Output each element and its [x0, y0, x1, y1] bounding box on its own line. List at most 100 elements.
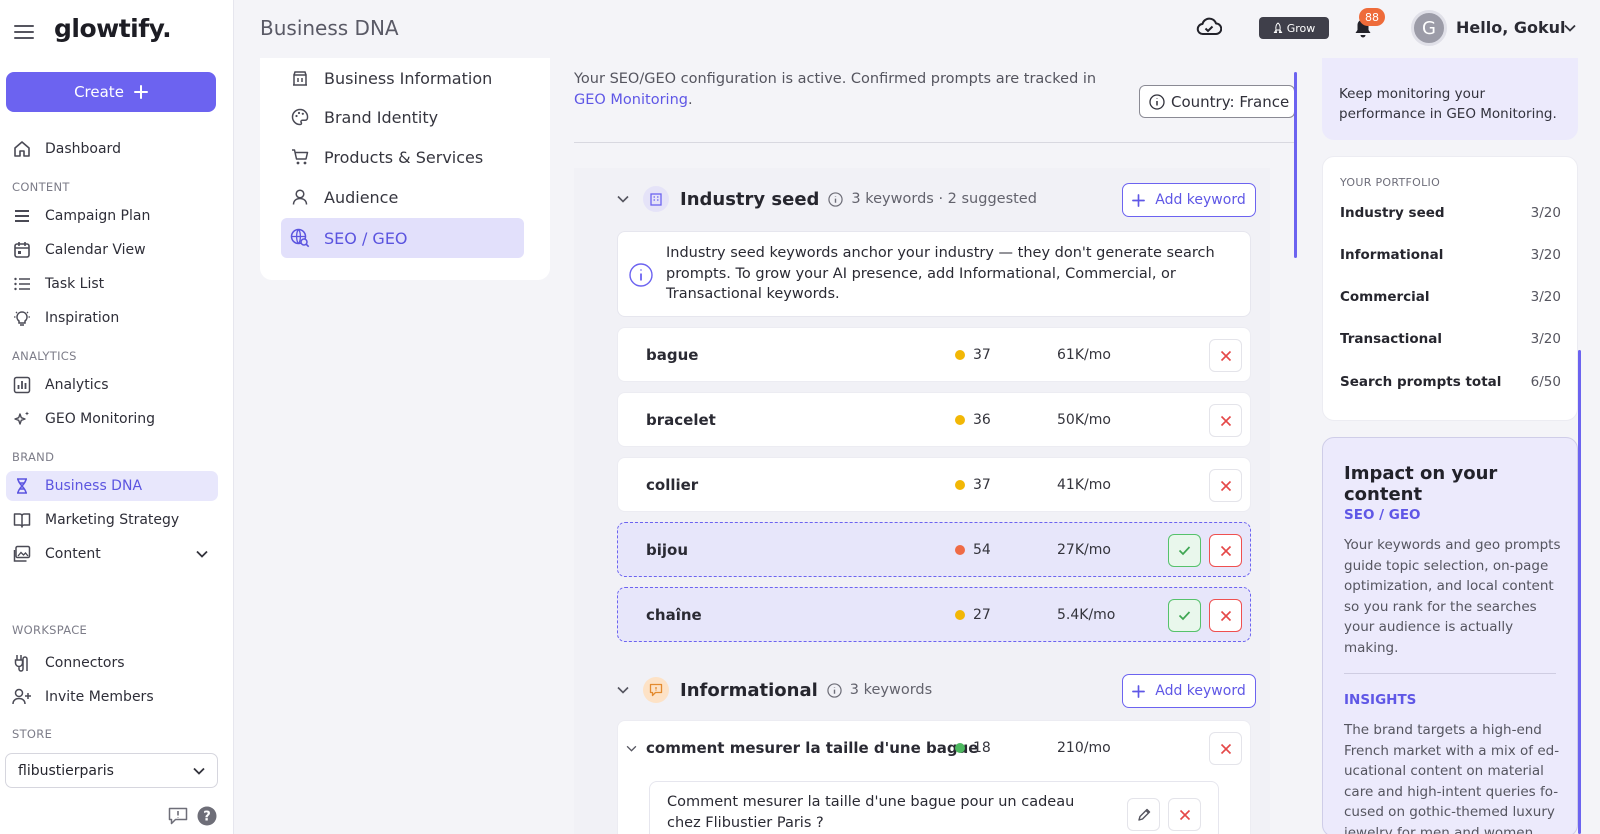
grow-badge[interactable]: Grow: [1259, 17, 1329, 39]
section-meta: 3 keywords · 2 suggested: [851, 191, 1037, 207]
remove-keyword-button[interactable]: [1209, 339, 1242, 372]
section-label-brand: BRAND: [12, 450, 55, 464]
image-icon: [12, 544, 32, 564]
industry-seed-header[interactable]: Industry seed 3 keywords · 2 suggested: [617, 186, 1037, 212]
sidebar-item-calendar-view[interactable]: Calendar View: [6, 235, 218, 265]
page-title: Business DNA: [260, 16, 399, 40]
main-scrollbar[interactable]: [1294, 72, 1297, 258]
sidebar-item-analytics[interactable]: Analytics: [6, 370, 218, 400]
divider: [574, 142, 1296, 143]
sidebar-item-marketing-strategy[interactable]: Marketing Strategy: [6, 505, 218, 535]
feedback-icon[interactable]: [168, 807, 188, 825]
lightbulb-icon: [12, 308, 32, 328]
sidebar-item-invite-members[interactable]: Invite Members: [6, 682, 218, 712]
keyword-volume: 50K/mo: [1057, 412, 1111, 428]
keyword-name: bracelet: [646, 411, 716, 429]
section-label-content: CONTENT: [12, 180, 70, 194]
reject-keyword-button[interactable]: [1209, 534, 1242, 567]
app-logo[interactable]: glowtify.: [54, 14, 172, 43]
building-icon: [290, 68, 310, 88]
subnav-item-label: Products & Services: [324, 147, 484, 167]
info-icon[interactable]: [828, 191, 844, 207]
keyword-name: comment mesurer la taille d'une bague: [646, 739, 979, 757]
menu-icon[interactable]: [14, 24, 34, 40]
difficulty-dot: [955, 415, 965, 425]
seo-geo-heading: SEO / GEO: [1344, 507, 1421, 523]
subnav-item-label: SEO / GEO: [324, 228, 408, 248]
sidebar-item-connectors[interactable]: Connectors: [6, 648, 218, 678]
informational-header[interactable]: Informational 3 keywords: [617, 677, 932, 703]
keyword-volume: 41K/mo: [1057, 477, 1111, 493]
section-meta: 3 keywords: [849, 682, 933, 698]
sidebar-item-dashboard[interactable]: Dashboard: [6, 134, 218, 164]
user-icon: [290, 187, 310, 207]
chevron-down-icon[interactable]: [617, 686, 633, 694]
reject-keyword-button[interactable]: [1209, 599, 1242, 632]
portfolio-row: Transactional 3/20: [1340, 331, 1561, 347]
keyword-volume: 27K/mo: [1057, 542, 1111, 558]
impact-title: Impact on your content: [1344, 463, 1498, 505]
info-icon: [629, 263, 653, 287]
suggested-keyword-row: chaîne 27 5.4K/mo: [617, 587, 1251, 642]
difficulty-dot: [955, 350, 965, 360]
portfolio-row: Industry seed 3/20: [1340, 205, 1561, 221]
keyword-row: bracelet 36 50K/mo: [617, 392, 1251, 447]
create-button[interactable]: Create: [6, 72, 216, 112]
portfolio-card: YOUR PORTFOLIO Industry seed 3/20 Informa…: [1322, 156, 1578, 421]
difficulty-dot: [955, 610, 965, 620]
chevron-down-icon: [193, 767, 205, 775]
chat-icon: [643, 677, 669, 703]
impact-card: Impact on your content SEO / GEO Your ke…: [1322, 437, 1578, 834]
help-icon[interactable]: ?: [197, 806, 217, 826]
chevron-down-icon[interactable]: [1564, 24, 1576, 32]
sidebar-item-business-dna[interactable]: Business DNA: [6, 471, 218, 501]
subnav-item-seo-geo[interactable]: SEO / GEO: [281, 218, 524, 258]
plus-icon: [1132, 193, 1146, 207]
chevron-down-icon[interactable]: [617, 195, 633, 203]
sidebar-item-campaign-plan[interactable]: Campaign Plan: [6, 201, 218, 231]
portfolio-row: Commercial 3/20: [1340, 289, 1561, 305]
status-message: Your SEO/GEO configuration is active. Co…: [574, 71, 1097, 108]
right-scrollbar[interactable]: [1578, 350, 1581, 834]
accept-keyword-button[interactable]: [1168, 599, 1201, 632]
accept-keyword-button[interactable]: [1168, 534, 1201, 567]
cloud-sync-icon[interactable]: [1196, 16, 1222, 38]
store-select[interactable]: flibustierparis: [5, 753, 218, 788]
monitoring-note: Keep monitoring your performance in GEO …: [1339, 86, 1557, 122]
remove-keyword-button[interactable]: [1209, 469, 1242, 502]
remove-prompt-button[interactable]: [1168, 798, 1201, 831]
add-keyword-button[interactable]: Add keyword: [1122, 674, 1256, 708]
remove-keyword-button[interactable]: [1209, 732, 1242, 765]
edit-prompt-button[interactable]: [1127, 798, 1160, 831]
section-label-store: STORE: [12, 727, 53, 741]
keyword-name: collier: [646, 476, 699, 494]
section-label-workspace: WORKSPACE: [12, 623, 88, 637]
user-greeting[interactable]: Hello, Gokul: [1456, 18, 1566, 37]
avatar[interactable]: G: [1411, 10, 1447, 46]
subnav-item-products-services[interactable]: Products & Services: [281, 137, 524, 177]
country-label: Country: France: [1171, 92, 1290, 111]
chevron-down-icon[interactable]: [626, 745, 637, 752]
chevron-down-icon: [196, 550, 208, 558]
suggested-keyword-row: bijou 54 27K/mo: [617, 522, 1251, 577]
add-keyword-button[interactable]: Add keyword: [1122, 183, 1256, 217]
remove-keyword-button[interactable]: [1209, 404, 1242, 437]
country-badge: Country: France: [1139, 85, 1295, 118]
sidebar-item-label: GEO Monitoring: [45, 411, 156, 427]
subnav-item-business-information[interactable]: Business Information: [281, 58, 524, 98]
sidebar-item-inspiration[interactable]: Inspiration: [6, 303, 218, 333]
bar-chart-icon: [12, 375, 32, 395]
subnav-item-audience[interactable]: Audience: [281, 177, 524, 217]
info-icon[interactable]: [827, 682, 842, 698]
geo-monitoring-link[interactable]: GEO Monitoring: [574, 92, 688, 108]
portfolio-label: YOUR PORTFOLIO: [1340, 176, 1441, 189]
sidebar-item-label: Marketing Strategy: [45, 512, 180, 528]
sidebar-item-label: Content: [45, 546, 101, 562]
sidebar-item-geo-monitoring[interactable]: GEO Monitoring: [6, 404, 218, 434]
keyword-volume: 61K/mo: [1057, 347, 1111, 363]
svg-text:?: ?: [203, 810, 211, 825]
portfolio-row: Informational 3/20: [1340, 247, 1561, 263]
sidebar-item-task-list[interactable]: Task List: [6, 269, 218, 299]
sidebar-item-content[interactable]: Content: [6, 539, 218, 569]
subnav-item-brand-identity[interactable]: Brand Identity: [281, 97, 524, 137]
